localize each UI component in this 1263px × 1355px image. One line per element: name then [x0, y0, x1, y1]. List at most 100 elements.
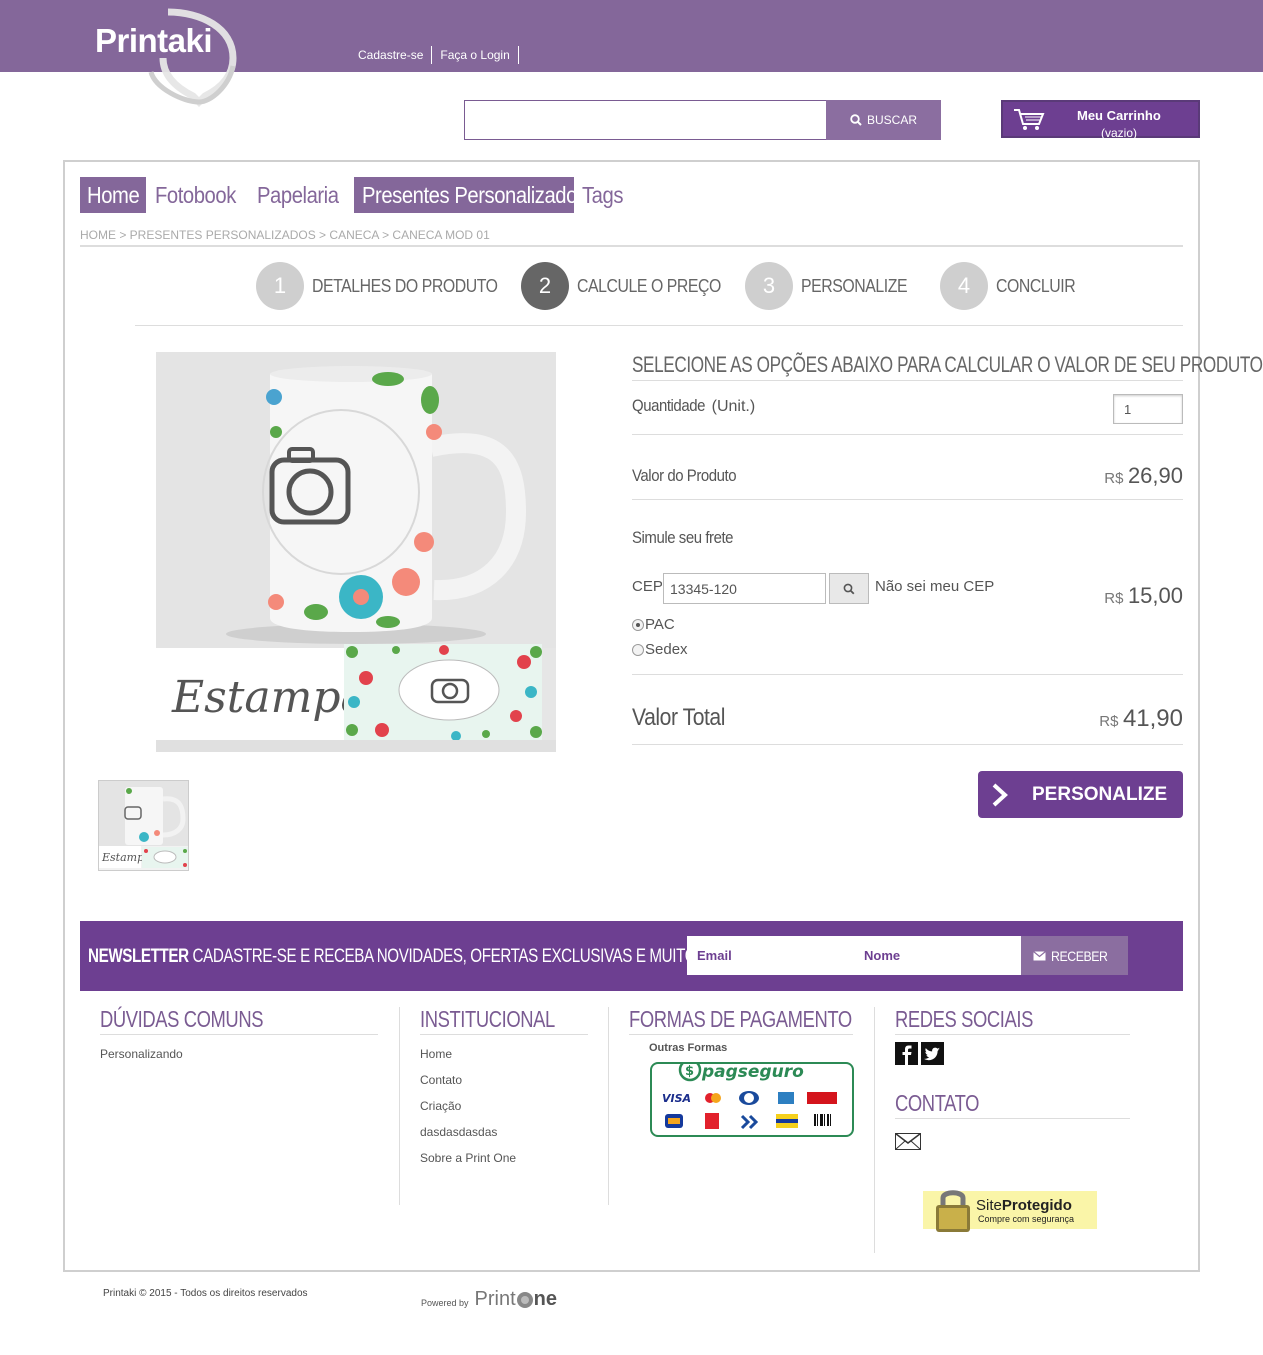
shipping-label: Simule seu frete — [632, 528, 734, 547]
svg-text:$: $ — [685, 1064, 694, 1079]
step-3-number: 3 — [745, 262, 793, 310]
search-button[interactable]: BUSCAR — [826, 100, 941, 140]
newsletter-name-input[interactable]: Nome — [855, 936, 1021, 975]
contact-title: CONTATO — [895, 1090, 1130, 1119]
step-1[interactable]: 1 DETALHES DO PRODUTO — [256, 262, 523, 310]
personalize-button[interactable]: PERSONALIZE — [978, 771, 1183, 818]
social-title: REDES SOCIAIS — [895, 1006, 1130, 1035]
cart-button[interactable]: Meu Carrinho (vazio) — [1001, 100, 1200, 140]
footer-pagamento: FORMAS DE PAGAMENTO Outras Formas — [629, 1006, 853, 1054]
estampa-caption: Estampa — [171, 672, 367, 723]
step-3[interactable]: 3 PERSONALIZE — [745, 262, 922, 310]
quantity-input[interactable]: 1 — [1113, 394, 1183, 424]
chevron-right-icon — [992, 783, 1008, 806]
shipping-value-currency: R$ — [1104, 590, 1124, 607]
nav-item-papelaria[interactable]: Papelaria — [249, 177, 358, 213]
site-protegido-title: SiteProtegido — [976, 1197, 1072, 1214]
personalize-button-label: PERSONALIZE — [1032, 783, 1168, 805]
pagseguro-badge: $ pagseguro VISA — [650, 1058, 854, 1137]
pay-title-text: FORMAS DE PAGAMENTO — [629, 1006, 852, 1032]
shipping-option-pac[interactable]: PAC — [632, 616, 675, 633]
divider-product-value — [632, 499, 1183, 500]
calc-title-text: SELECIONE AS OPÇÕES ABAIXO PARA CALCULAR… — [632, 352, 1263, 377]
divider-total — [632, 744, 1183, 745]
steps-divider — [135, 325, 1183, 326]
cep-label: CEP — [632, 578, 663, 595]
newsletter-submit-button[interactable]: RECEBER — [1021, 936, 1128, 975]
newsletter-title-bold: NEWSLETTER — [88, 946, 189, 967]
total-value: R$ 41,90 — [1099, 705, 1183, 733]
product-value-label: Valor do Produto — [632, 466, 737, 485]
faq-title: DÚVIDAS COMUNS — [100, 1006, 378, 1035]
nav-item-presentes[interactable]: Presentes Personalizados — [353, 177, 587, 213]
newsletter-email-input[interactable]: Email — [687, 936, 855, 975]
logo[interactable]: Printaki — [93, 8, 243, 108]
product-value: R$ 26,90 — [1104, 463, 1183, 489]
account-links: Cadastre-se Faça o Login — [350, 46, 519, 64]
register-link[interactable]: Cadastre-se — [350, 46, 433, 64]
printone-brand-a: Print — [474, 1288, 516, 1310]
breadcrumb[interactable]: HOME > PRESENTES PERSONALIZADOS > CANECA… — [80, 228, 1183, 247]
printone-brand-b: ne — [533, 1288, 557, 1310]
site-protegido-seal[interactable]: SiteProtegido Compre com segurança — [923, 1187, 1097, 1233]
login-link[interactable]: Faça o Login — [432, 46, 519, 64]
footer-faq: DÚVIDAS COMUNS Personalizando — [100, 1006, 378, 1061]
pay-subtitle: Outras Formas — [649, 1042, 728, 1054]
inst-link-sobre[interactable]: Sobre a Print One — [420, 1151, 588, 1165]
nav-item-fotobook[interactable]: Fotobook — [147, 177, 255, 213]
search-icon — [850, 114, 862, 126]
envelope-icon[interactable] — [895, 1132, 921, 1150]
logo-text: Printaki — [95, 22, 213, 59]
social-title-text: REDES SOCIAIS — [895, 1006, 1033, 1032]
site-protegido-site: Site — [976, 1197, 1002, 1214]
main-nav: Home Fotobook Papelaria Presentes Person… — [80, 177, 637, 213]
cart-status: (vazio) — [1101, 126, 1138, 140]
inst-link-criacao[interactable]: Criação — [420, 1099, 588, 1113]
twitter-icon[interactable] — [921, 1042, 944, 1065]
radio-sedex-label: Sedex — [645, 641, 688, 658]
faq-link-personalizando[interactable]: Personalizando — [100, 1047, 378, 1061]
quantity-unit: (Unit.) — [711, 398, 756, 415]
cep-search-button[interactable] — [829, 573, 869, 604]
footer-separator-3 — [874, 1007, 875, 1253]
nav-item-papelaria-label: Papelaria — [257, 182, 339, 208]
product-thumbnail[interactable]: Estampa — [98, 780, 189, 871]
newsletter-title-inner: NEWSLETTER CADASTRE-SE E RECEBA NOVIDADE… — [88, 946, 736, 968]
pay-title: FORMAS DE PAGAMENTO — [629, 1006, 853, 1035]
step-4-label: CONCLUIR — [996, 275, 1076, 296]
radio-pac[interactable] — [632, 618, 644, 631]
product-image[interactable]: Estampa — [156, 352, 556, 752]
social-icons — [895, 1042, 1130, 1065]
footer-institucional: INSTITUCIONAL Home Contato Criação dasda… — [420, 1006, 588, 1165]
inst-link-home[interactable]: Home — [420, 1047, 588, 1061]
powered-by[interactable]: Powered by Print ne — [421, 1288, 557, 1311]
facebook-icon[interactable] — [895, 1042, 918, 1065]
svg-text:VISA: VISA — [662, 1092, 691, 1105]
newsletter-title-rest: CADASTRE-SE E RECEBA NOVIDADES, OFERTAS … — [192, 946, 736, 967]
step-4[interactable]: 4 CONCLUIR — [940, 262, 1086, 310]
footer-separator-1 — [399, 1007, 400, 1205]
inst-link-contato[interactable]: Contato — [420, 1073, 588, 1087]
inst-link-dasdasdasdas[interactable]: dasdasdasdas — [420, 1125, 588, 1139]
envelope-icon — [1033, 950, 1047, 960]
nav-item-tags-label: Tags — [581, 182, 623, 208]
inst-title-text: INSTITUCIONAL — [420, 1006, 555, 1032]
divider-quantity — [632, 434, 1183, 435]
contact-title-text: CONTATO — [895, 1090, 980, 1116]
search-input[interactable] — [464, 100, 828, 140]
nav-item-tags[interactable]: Tags — [574, 177, 637, 213]
shipping-option-sedex[interactable]: Sedex — [632, 641, 688, 658]
radio-sedex[interactable] — [632, 643, 644, 656]
nav-item-presentes-label: Presentes Personalizados — [361, 182, 587, 208]
printone-logo-icon — [516, 1291, 533, 1308]
cep-unknown-link[interactable]: Não sei meu CEP — [875, 578, 994, 595]
cart-title: Meu Carrinho — [1077, 108, 1161, 123]
cep-input[interactable]: 13345-120 — [663, 573, 826, 604]
step-2-number: 2 — [521, 262, 569, 310]
step-2[interactable]: 2 CALCULE O PREÇO — [521, 262, 741, 310]
nav-item-home[interactable]: Home — [80, 177, 147, 213]
step-1-number: 1 — [256, 262, 304, 310]
copyright: Printaki © 2015 - Todos os direitos rese… — [103, 1288, 308, 1299]
thumbnail-image: Estampa — [99, 781, 188, 868]
step-3-label: PERSONALIZE — [801, 275, 908, 296]
